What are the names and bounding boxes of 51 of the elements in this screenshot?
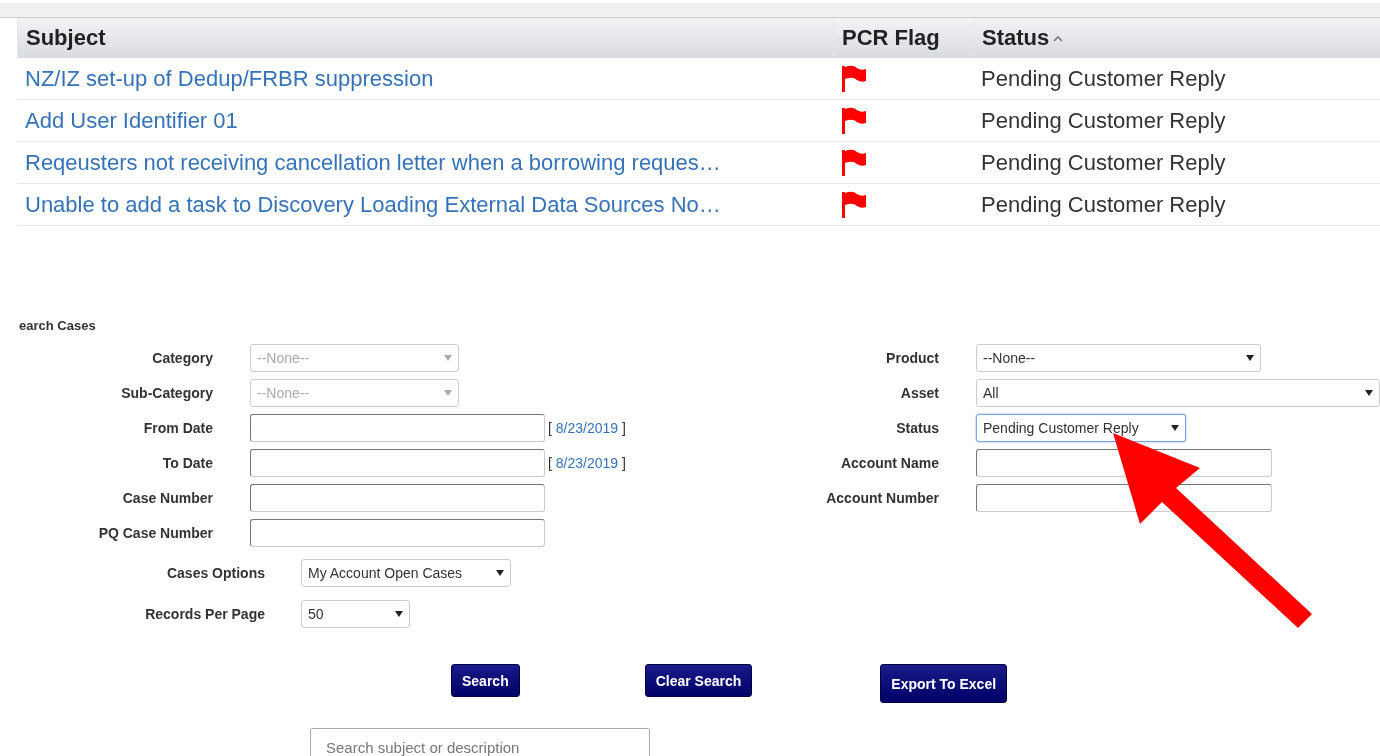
dropdown-caret-icon [1246,355,1254,361]
field-label: Account Name [839,455,939,471]
today-link[interactable]: [ 8/23/2019 ] [548,420,626,436]
field-label: Asset [899,385,939,401]
case-subject-link[interactable]: Reqeusters not receiving cancellation letter when a borrowing reques… [25,149,721,176]
dropdown-caret-icon [1365,390,1373,396]
date-field[interactable] [250,414,545,442]
field-label: Product [885,350,939,366]
dropdown[interactable]: Pending Customer Reply [976,414,1186,442]
field-label: Account Number [825,490,939,506]
case-subject-link[interactable]: Add User Identifier 01 [25,107,238,134]
field-label: Cases Options [165,565,265,581]
field-label: PQ Case Number [97,525,213,541]
date-field[interactable] [250,449,545,477]
column-header[interactable]: PCR Flag [833,18,973,58]
today-link[interactable]: [ 8/23/2019 ] [548,455,626,471]
text-field[interactable] [250,519,545,547]
column-header[interactable]: Subject [17,18,833,58]
dropdown[interactable]: All [976,379,1380,407]
field-label: Category [151,350,213,366]
field-label: Case Number [121,490,213,506]
dropdown-caret-icon [496,570,504,576]
dropdown[interactable]: --None-- [976,344,1261,372]
flag-icon [841,148,867,177]
action-button[interactable]: Search [451,664,520,697]
dropdown[interactable]: My Account Open Cases [301,559,511,587]
field-label: From Date [142,420,213,436]
case-subject-link[interactable]: NZ/IZ set-up of Dedup/FRBR suppression [25,65,434,92]
action-button[interactable]: Clear Search [644,664,753,697]
dropdown-caret-icon [444,390,452,396]
field-label: Sub-Category [120,385,213,401]
field-label: Status [895,420,939,436]
dropdown-caret-icon [395,611,403,617]
status-text: Pending Customer Reply [981,149,1226,176]
dropdown-caret-icon [1171,425,1179,431]
flag-icon [841,106,867,135]
action-button[interactable]: Export To Excel [880,664,1008,703]
section-title: earch Cases [19,318,97,335]
search-field[interactable]: Search subject or description [310,728,650,756]
column-header[interactable]: Status [973,18,1380,58]
dropdown-caret-icon [444,355,452,361]
flag-icon [841,64,867,93]
status-text: Pending Customer Reply [981,191,1226,218]
dropdown[interactable]: 50 [301,600,410,628]
field-label: Records Per Page [144,606,265,622]
text-field[interactable] [250,484,545,512]
status-text: Pending Customer Reply [981,107,1226,134]
field-label: To Date [161,455,213,471]
case-subject-link[interactable]: Unable to add a task to Discovery Loading External Data Sources No… [25,191,721,218]
flag-icon [841,190,867,219]
status-text: Pending Customer Reply [981,65,1226,92]
